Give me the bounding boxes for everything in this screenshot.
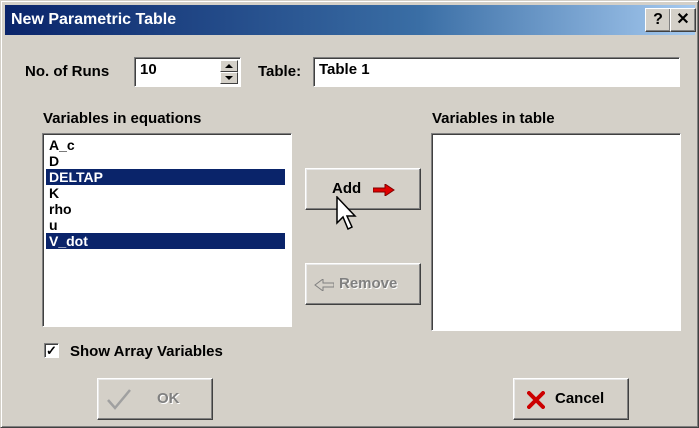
list-item[interactable]: A_c xyxy=(46,137,285,153)
runs-label: No. of Runs xyxy=(25,63,110,80)
list-item[interactable]: D xyxy=(46,153,285,169)
table-name-value: Table 1 xyxy=(319,61,370,78)
runs-value: 10 xyxy=(140,61,157,78)
list-item[interactable]: DELTAP xyxy=(46,169,285,185)
show-array-label: Show Array Variables xyxy=(70,343,223,360)
arrow-right-icon xyxy=(373,184,395,196)
list-item[interactable]: K xyxy=(46,185,285,201)
spin-up-icon[interactable] xyxy=(220,60,238,72)
list-item[interactable]: rho xyxy=(46,201,285,217)
remove-button[interactable]: Remove xyxy=(305,263,421,305)
help-button[interactable]: ? xyxy=(645,8,671,32)
table-label: Table: xyxy=(258,63,302,80)
list-item[interactable]: u xyxy=(46,217,285,233)
equations-list[interactable]: A_c D DELTAP Krho u V_dot xyxy=(42,133,292,327)
arrow-left-icon xyxy=(314,279,334,291)
cancel-label: Cancel xyxy=(555,390,605,407)
runs-input[interactable]: 10 xyxy=(134,57,241,87)
remove-label: Remove xyxy=(339,275,398,292)
ok-label: OK xyxy=(157,390,180,407)
mouse-cursor-icon xyxy=(336,196,357,231)
cancel-x-icon xyxy=(527,391,545,409)
checkmark-icon xyxy=(107,389,131,410)
close-button[interactable]: ✕ xyxy=(670,8,696,32)
show-array-checkbox[interactable]: ✓ xyxy=(44,343,59,358)
table-vars-label: Variables in table xyxy=(432,110,555,127)
cancel-button[interactable]: Cancel xyxy=(513,378,629,420)
spin-down-icon[interactable] xyxy=(220,72,238,84)
window-title: New Parametric Table xyxy=(11,11,177,28)
ok-button[interactable]: OK xyxy=(97,378,213,420)
runs-spinner[interactable] xyxy=(220,60,238,84)
table-name-input[interactable]: Table 1 xyxy=(313,57,680,87)
list-item[interactable]: V_dot xyxy=(46,233,285,249)
table-vars-list[interactable] xyxy=(431,133,681,331)
title-bar[interactable]: New Parametric Table ? ✕ xyxy=(5,5,696,35)
add-button[interactable]: Add xyxy=(305,168,421,210)
dialog-window: New Parametric Table ? ✕ No. of Runs 10 … xyxy=(0,0,699,428)
equations-list-label: Variables in equations xyxy=(43,110,202,127)
add-label: Add xyxy=(332,180,362,197)
